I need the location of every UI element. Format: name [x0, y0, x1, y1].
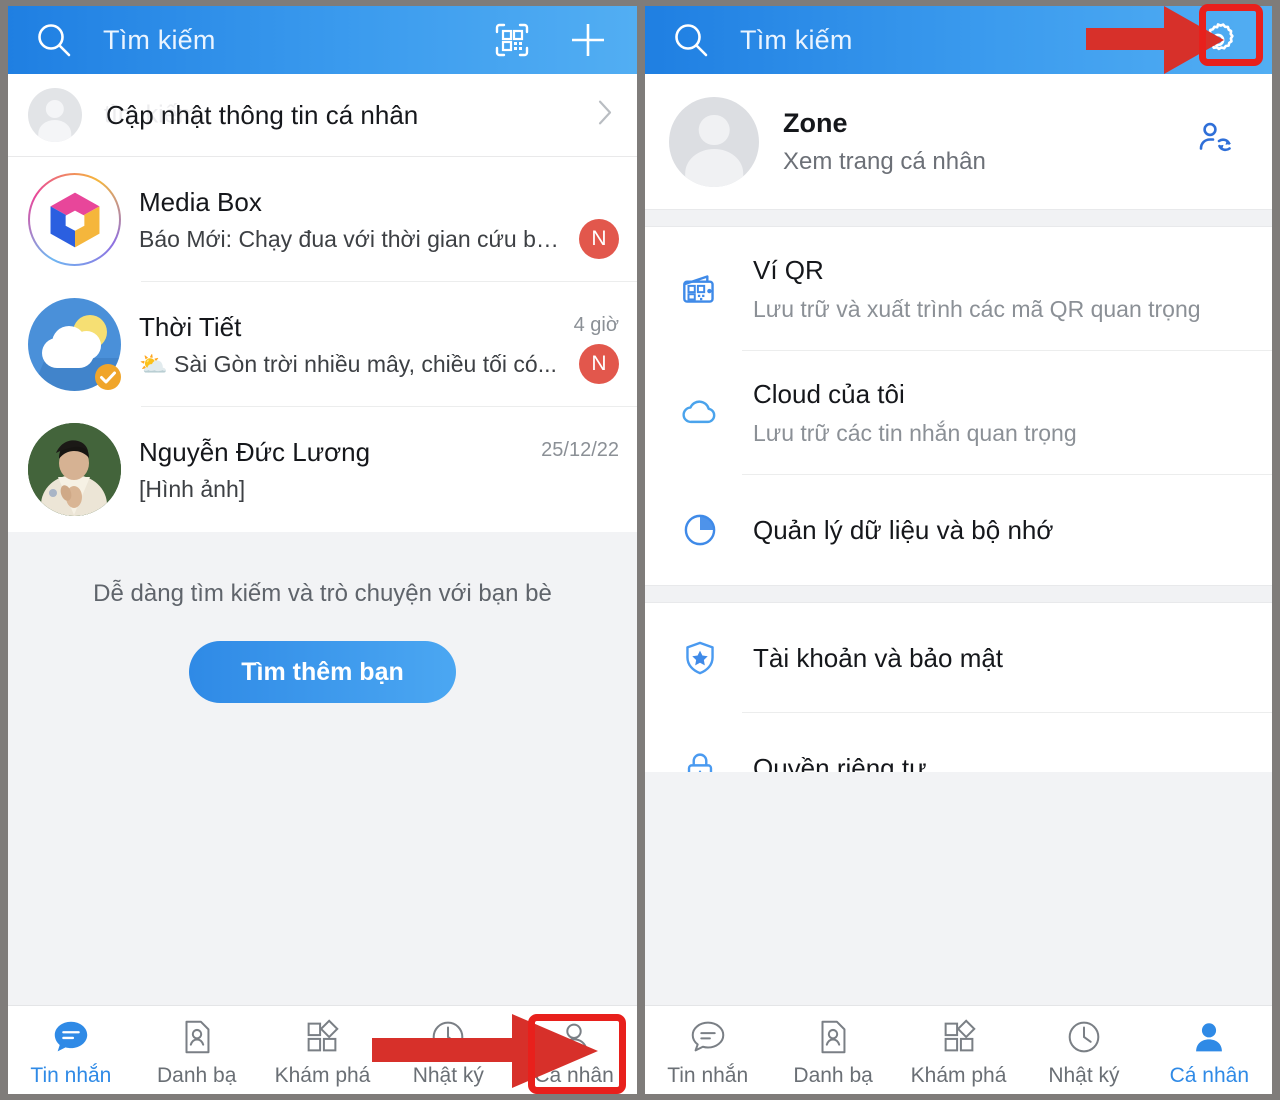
qr-wallet-icon [675, 266, 725, 312]
tab-label: Tin nhắn [30, 1064, 112, 1087]
chat-time: 25/12/22 [541, 439, 619, 461]
left-bottom-nav: Tin nhắn Danh bạ Khám phá Nhật ký Cá nhâ… [8, 1005, 637, 1094]
list-item[interactable]: Nguyễn Đức Lương [Hình ảnh] 25/12/22 [8, 407, 637, 532]
clock-icon [427, 1012, 469, 1058]
settings-group-one: Ví QR Lưu trữ và xuất trình các mã QR qu… [645, 227, 1272, 585]
person-icon [1188, 1012, 1230, 1058]
update-profile-row[interactable]: tìm kiếm Cập nhật thông tin cá nhân [8, 74, 637, 157]
row-cloud[interactable]: Cloud của tôi Lưu trữ các tin nhắn quan … [645, 351, 1272, 475]
unread-badge: N [579, 219, 619, 259]
row-desc: Lưu trữ các tin nhắn quan trọng [753, 420, 1077, 446]
tab-label: Danh bạ [156, 1064, 237, 1087]
unread-badge: N [579, 344, 619, 384]
media-box-cube-icon [28, 173, 121, 266]
chat-time: 4 giờ [573, 314, 619, 336]
right-bottom-nav: Tin nhắn Danh bạ Khám phá Nhật ký Cá nhâ… [645, 1005, 1272, 1094]
clock-icon [1063, 1012, 1105, 1058]
row-data-storage[interactable]: Quản lý dữ liệu và bộ nhớ [645, 475, 1272, 585]
person-placeholder-icon [28, 88, 82, 142]
section-divider [645, 585, 1272, 603]
chat-bubble-icon [687, 1012, 729, 1058]
chat-name: Thời Tiết [139, 311, 242, 342]
tab-label: Cá nhân [1169, 1064, 1250, 1087]
gear-icon[interactable] [1195, 17, 1241, 63]
tab-tin-nhan[interactable]: Tin nhắn [8, 1012, 134, 1088]
cloud-icon [675, 390, 725, 436]
search-icon[interactable] [671, 20, 711, 60]
tab-danh-ba[interactable]: Danh bạ [770, 1012, 895, 1088]
find-more-friends-button[interactable]: Tìm thêm bạn [189, 641, 456, 703]
pie-chart-icon [675, 507, 725, 553]
tab-ca-nhan[interactable]: Cá nhân [1147, 1012, 1272, 1088]
account-card[interactable]: Zone Xem trang cá nhân [645, 74, 1272, 209]
row-title: Cloud của tôi [753, 379, 905, 409]
tab-nhat-ky[interactable]: Nhật ký [1021, 1012, 1146, 1088]
verified-badge-icon [95, 364, 121, 390]
account-subtitle: Xem trang cá nhân [783, 147, 986, 175]
search-icon[interactable] [34, 20, 74, 60]
tab-ca-nhan[interactable]: Cá nhân [511, 1012, 637, 1088]
tab-label: Tin nhắn [667, 1064, 749, 1087]
plus-icon[interactable] [565, 17, 611, 63]
chat-preview: ⛅ Sài Gòn trời nhiều mây, chiều tối có..… [139, 351, 557, 378]
row-vi-qr[interactable]: Ví QR Lưu trữ và xuất trình các mã QR qu… [645, 227, 1272, 351]
chat-preview: [Hình ảnh] [139, 476, 246, 503]
tab-label: Cá nhân [534, 1064, 614, 1087]
list-item[interactable]: Media Box Báo Mới: Chạy đua với thời gia… [8, 157, 637, 282]
chat-bubble-icon [50, 1012, 92, 1058]
tab-danh-ba[interactable]: Danh bạ [134, 1012, 260, 1088]
discover-grid-icon [301, 1012, 343, 1058]
tab-label: Nhật ký [412, 1064, 484, 1087]
right-phone-screen: Tìm kiếm Zone Xem trang cá nhân Ví QR Lư… [645, 6, 1272, 1094]
person-placeholder-icon [669, 96, 759, 187]
contact-card-icon [812, 1012, 854, 1058]
update-profile-label: Cập nhật thông tin cá nhân [106, 99, 419, 130]
screenshot-stage: Tìm kiếm tìm kiếm Cập nhật thông tin cá … [0, 0, 1280, 1100]
shield-star-icon [675, 635, 725, 681]
empty-area [645, 772, 1272, 1006]
left-phone-screen: Tìm kiếm tìm kiếm Cập nhật thông tin cá … [8, 6, 637, 1094]
row-account-security[interactable]: Tài khoản và bảo mật [645, 603, 1272, 713]
weather-cloud-sun-icon [28, 298, 121, 391]
discover-grid-icon [938, 1012, 980, 1058]
chat-name: Media Box [139, 186, 262, 217]
tab-nhat-ky[interactable]: Nhật ký [385, 1012, 511, 1088]
user-photo-avatar [28, 423, 121, 516]
tab-kham-pha[interactable]: Khám phá [260, 1012, 386, 1088]
tab-label: Danh bạ [793, 1064, 873, 1087]
left-app-header: Tìm kiếm [8, 6, 637, 74]
row-title: Ví QR [753, 255, 824, 285]
section-divider [645, 209, 1272, 227]
list-item[interactable]: Thời Tiết ⛅ Sài Gòn trời nhiều mây, chiề… [8, 282, 637, 407]
right-app-header: Tìm kiếm [645, 6, 1272, 74]
person-icon [553, 1012, 595, 1058]
sync-contacts-icon[interactable] [1194, 117, 1238, 166]
row-desc: Lưu trữ và xuất trình các mã QR quan trọ… [753, 296, 1201, 322]
chat-preview: Báo Mới: Chạy đua với thời gian cứu bé..… [139, 226, 568, 253]
tab-kham-pha[interactable]: Khám phá [896, 1012, 1021, 1088]
account-name: Zone [783, 107, 848, 138]
row-title: Quản lý dữ liệu và bộ nhớ [753, 514, 1054, 545]
qr-scan-icon[interactable] [489, 17, 535, 63]
tab-label: Khám phá [274, 1064, 371, 1087]
chevron-right-icon [595, 98, 615, 133]
left-header-title: Tìm kiếm [103, 24, 216, 55]
tab-label: Nhật ký [1048, 1064, 1120, 1087]
tab-tin-nhan[interactable]: Tin nhắn [645, 1012, 770, 1088]
contact-card-icon [176, 1012, 218, 1058]
row-title: Tài khoản và bảo mật [753, 642, 1004, 673]
tab-label: Khám phá [910, 1064, 1007, 1087]
right-header-title: Tìm kiếm [740, 24, 853, 55]
promo-tip: Dễ dàng tìm kiếm và trò chuyện với bạn b… [93, 580, 552, 607]
